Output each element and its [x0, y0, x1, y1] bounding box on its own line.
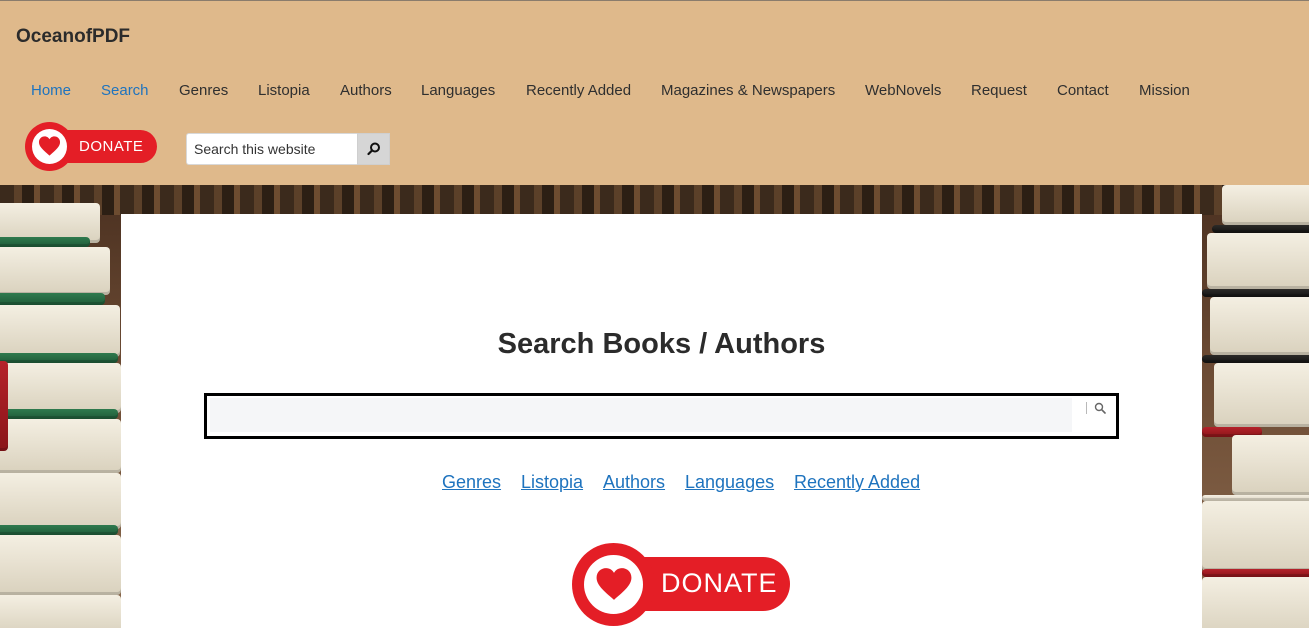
link-languages[interactable]: Languages — [685, 472, 774, 493]
link-authors[interactable]: Authors — [603, 472, 665, 493]
donate-button-large[interactable]: DONATE — [572, 543, 791, 626]
link-genres[interactable]: Genres — [442, 472, 501, 493]
site-title[interactable]: OceanofPDF — [16, 26, 130, 48]
nav-item-listopia[interactable]: Listopia — [258, 82, 310, 99]
nav-item-recently-added[interactable]: Recently Added — [526, 82, 631, 99]
nav-item-magazines-newspapers[interactable]: Magazines & Newspapers — [661, 82, 835, 99]
left-book-stack — [0, 185, 121, 628]
search-divider — [1086, 402, 1087, 414]
main-search-input[interactable] — [210, 398, 1072, 432]
search-icon[interactable] — [1094, 402, 1106, 414]
main-card: Search Books / Authors Genres Listopia A… — [121, 214, 1202, 628]
heart-icon — [38, 136, 61, 156]
nav-item-home[interactable]: Home — [31, 82, 71, 99]
nav-item-webnovels[interactable]: WebNovels — [865, 82, 941, 99]
nav-item-request[interactable]: Request — [971, 82, 1027, 99]
search-icon — [367, 142, 380, 156]
site-header: OceanofPDF Home Search Genres Listopia A… — [0, 0, 1309, 185]
link-listopia[interactable]: Listopia — [521, 472, 583, 493]
header-search-input[interactable] — [186, 133, 357, 165]
header-search — [186, 133, 390, 165]
nav-item-search[interactable]: Search — [101, 82, 149, 99]
nav-item-authors[interactable]: Authors — [340, 82, 392, 99]
link-recently-added[interactable]: Recently Added — [794, 472, 920, 493]
right-book-stack — [1202, 185, 1309, 628]
nav-item-genres[interactable]: Genres — [179, 82, 228, 99]
donate-label: DONATE — [79, 138, 144, 155]
quick-links: Genres Listopia Authors Languages Recent… — [121, 472, 1202, 496]
donate-button[interactable]: DONATE — [25, 122, 157, 171]
nav-item-contact[interactable]: Contact — [1057, 82, 1109, 99]
nav-item-languages[interactable]: Languages — [421, 82, 495, 99]
heart-icon — [596, 568, 632, 600]
page-title: Search Books / Authors — [497, 328, 826, 360]
nav-item-mission[interactable]: Mission — [1139, 82, 1190, 99]
header-search-button[interactable] — [357, 133, 390, 165]
main-search-box — [204, 393, 1119, 439]
donate-label-large: DONATE — [661, 568, 778, 598]
